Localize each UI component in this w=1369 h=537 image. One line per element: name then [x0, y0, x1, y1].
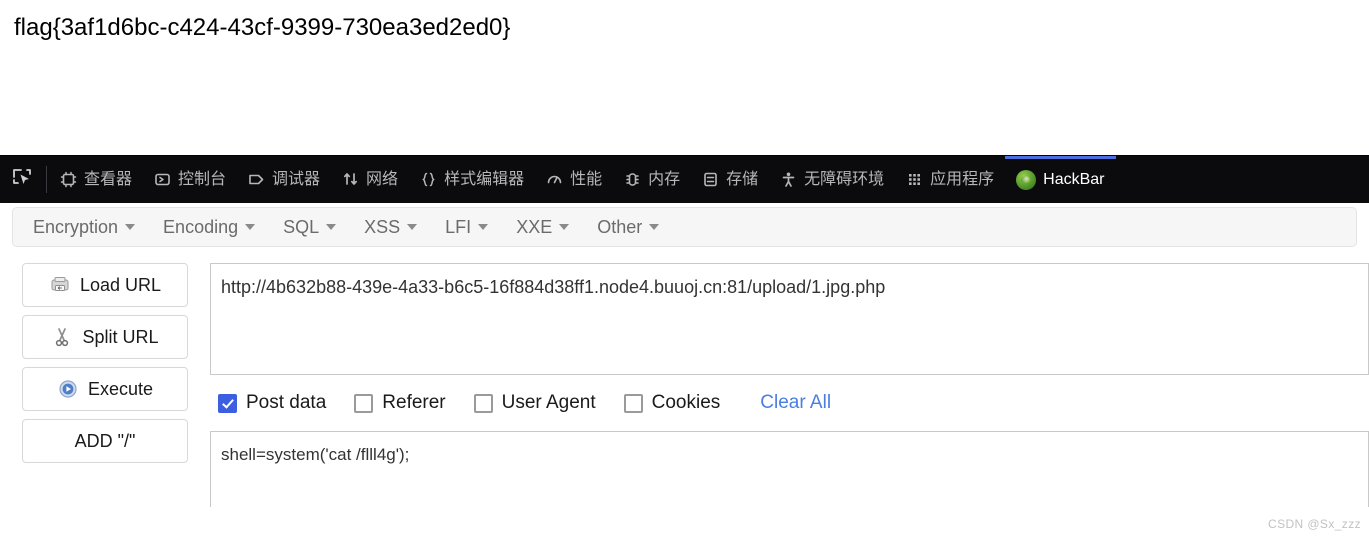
checkbox-cookies[interactable] [623, 393, 643, 413]
option-label: User Agent [501, 392, 596, 413]
option-cookies[interactable]: Cookies [623, 392, 721, 414]
button-label: Load URL [79, 274, 162, 295]
tab-label: 样式编辑器 [444, 170, 525, 188]
split-url-icon [51, 326, 73, 348]
tab-performance[interactable]: 性能 [535, 156, 613, 203]
load-url-button[interactable]: Load URL [22, 263, 188, 307]
tab-label: 无障碍环境 [804, 170, 885, 188]
tab-label: 性能 [570, 170, 603, 188]
tab-style-editor[interactable]: 样式编辑器 [409, 156, 535, 203]
load-url-icon [49, 274, 71, 296]
accessibility-icon [780, 171, 797, 188]
watermark-text: CSDN @Sx_zzz [1268, 517, 1361, 531]
menu-item-sql[interactable]: SQL [269, 212, 350, 242]
checkbox-user-agent[interactable] [473, 393, 493, 413]
split-url-button[interactable]: Split URL [22, 315, 188, 359]
menu-item-label: LFI [445, 216, 472, 237]
tab-console[interactable]: 控制台 [143, 156, 237, 203]
element-picker-button[interactable] [0, 156, 44, 203]
style-editor-icon [420, 171, 437, 188]
menu-item-label: Encoding [163, 216, 239, 237]
toolbar-separator [46, 166, 47, 193]
execute-button[interactable]: Execute [22, 367, 188, 411]
button-label: Split URL [82, 326, 159, 347]
menu-item-encoding[interactable]: Encoding [149, 212, 269, 242]
hackbar-fields: http://4b632b88-439e-4a33-b6c5-16f884d38… [210, 263, 1369, 507]
url-input[interactable]: http://4b632b88-439e-4a33-b6c5-16f884d38… [210, 263, 1369, 375]
menu-item-label: XSS [364, 216, 401, 237]
execute-icon [57, 378, 79, 400]
tab-application[interactable]: 应用程序 [895, 156, 1005, 203]
hackbar-menu-row: Encryption Encoding SQL XSS LFI XXE Othe… [0, 203, 1369, 253]
hackbar-options-row: Post data Referer User Agent Cookies Cle… [210, 375, 1369, 431]
inspector-icon [60, 171, 77, 188]
option-referer[interactable]: Referer [354, 392, 446, 414]
flag-output-text: flag{3af1d6bc-c424-43cf-9399-730ea3ed2ed… [14, 14, 511, 41]
memory-icon [624, 171, 641, 188]
application-icon [906, 171, 923, 188]
tab-label: 内存 [648, 170, 681, 188]
performance-icon [546, 171, 563, 188]
post-data-input[interactable]: shell=system('cat /flll4g'); [210, 431, 1369, 507]
hackbar-menu-bar: Encryption Encoding SQL XSS LFI XXE Othe… [12, 207, 1357, 247]
menu-item-xss[interactable]: XSS [350, 212, 431, 242]
hackbar-action-buttons: Load URL Split URL Execute ADD "/" [0, 263, 210, 507]
menu-item-encryption[interactable]: Encryption [19, 212, 149, 242]
chevron-down-icon [125, 224, 136, 230]
tab-inspector[interactable]: 查看器 [49, 156, 143, 203]
element-picker-icon [11, 166, 33, 193]
option-label: Cookies [651, 392, 721, 413]
option-user-agent[interactable]: User Agent [473, 392, 596, 414]
page-content-area: flag{3af1d6bc-c424-43cf-9399-730ea3ed2ed… [0, 0, 1369, 155]
button-label: ADD "/" [74, 430, 136, 451]
tab-network[interactable]: 网络 [331, 156, 409, 203]
chevron-down-icon [245, 224, 256, 230]
add-slash-button[interactable]: ADD "/" [22, 419, 188, 463]
tab-label: 存储 [726, 170, 759, 188]
menu-item-other[interactable]: Other [583, 212, 673, 242]
chevron-down-icon [559, 224, 570, 230]
button-label: Execute [87, 378, 154, 399]
menu-item-label: SQL [283, 216, 320, 237]
console-icon [154, 171, 171, 188]
tab-label: 调试器 [272, 170, 321, 188]
network-icon [342, 171, 359, 188]
tab-label: HackBar [1043, 170, 1105, 188]
tab-label: 控制台 [178, 170, 227, 188]
tab-label: 应用程序 [930, 170, 995, 188]
chevron-down-icon [649, 224, 660, 230]
menu-item-label: Other [597, 216, 643, 237]
devtools-toolbar: 查看器 控制台 调试器 网络 样式编辑器 性能 内存 存储 无障碍环境 应用程序… [0, 155, 1369, 203]
menu-item-label: XXE [516, 216, 553, 237]
tab-hackbar[interactable]: HackBar [1005, 156, 1116, 203]
option-post-data[interactable]: Post data [218, 392, 326, 414]
tab-label: 网络 [366, 170, 399, 188]
checkbox-post-data[interactable] [218, 393, 237, 413]
chevron-down-icon [407, 224, 418, 230]
tab-debugger[interactable]: 调试器 [237, 156, 331, 203]
tab-label: 查看器 [84, 170, 133, 188]
tab-accessibility[interactable]: 无障碍环境 [769, 156, 895, 203]
option-label: Referer [382, 392, 446, 413]
chevron-down-icon [326, 224, 337, 230]
debugger-icon [248, 171, 265, 188]
hackbar-logo-icon [1016, 169, 1037, 190]
tab-memory[interactable]: 内存 [613, 156, 691, 203]
menu-item-lfi[interactable]: LFI [431, 212, 502, 242]
menu-item-xxe[interactable]: XXE [502, 212, 583, 242]
menu-item-label: Encryption [33, 216, 119, 237]
tab-storage[interactable]: 存储 [691, 156, 769, 203]
option-label: Post data [246, 392, 327, 413]
clear-all-link[interactable]: Clear All [760, 392, 831, 414]
checkbox-referer[interactable] [354, 393, 374, 413]
storage-icon [702, 171, 719, 188]
chevron-down-icon [478, 224, 489, 230]
hackbar-body: Load URL Split URL Execute ADD "/" http:… [0, 253, 1369, 507]
